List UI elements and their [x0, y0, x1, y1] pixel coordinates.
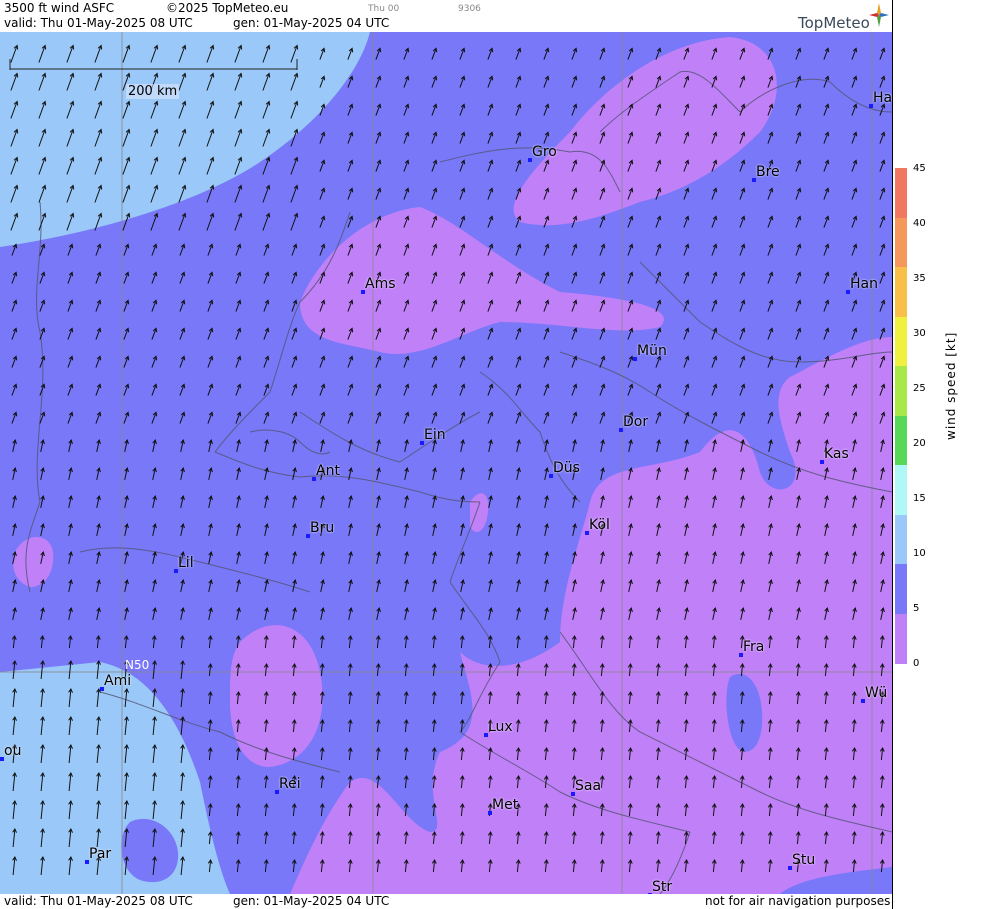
generated-time: gen: 01-May-2025 04 UTC	[233, 16, 390, 30]
city-label[interactable]: Kas	[824, 446, 849, 462]
city-label[interactable]: Fra	[743, 639, 764, 655]
footer-generated-time: gen: 01-May-2025 04 UTC	[233, 894, 390, 908]
city-label[interactable]: Ami	[104, 673, 131, 689]
city-label[interactable]: Bre	[756, 164, 780, 180]
legend-tick-label: 30	[913, 328, 926, 339]
city-label[interactable]: Bru	[310, 520, 334, 536]
city-label[interactable]: Par	[89, 846, 111, 862]
city-label[interactable]: Str	[652, 879, 672, 894]
legend-color-segment	[895, 415, 907, 466]
city-label[interactable]: Met	[492, 797, 518, 813]
legend-title: wind speed [kt]	[944, 331, 958, 440]
legend-color-segment	[895, 366, 907, 417]
city-label[interactable]: Saa	[575, 778, 601, 794]
city-label[interactable]: Stu	[792, 852, 815, 868]
grid-label-n50: N50	[125, 658, 149, 672]
map-footer: valid: Thu 01-May-2025 08 UTC gen: 01-Ma…	[0, 894, 892, 909]
compass-logo-icon	[869, 3, 889, 27]
city-label[interactable]: Lux	[488, 719, 513, 735]
legend-color-segment	[895, 217, 907, 268]
legend-color-segment	[895, 514, 907, 565]
topmeteo-logo-text[interactable]: TopMeteo	[798, 14, 870, 32]
legend-tick-label: 35	[913, 273, 926, 284]
legend-color-segment	[895, 564, 907, 615]
navigation-disclaimer: not for air navigation purposes	[705, 894, 891, 908]
legend-tick-label: 5	[913, 603, 920, 614]
city-label[interactable]: Düs	[553, 460, 580, 476]
legend-tick-label: 25	[913, 383, 926, 394]
scale-bar-label: 200 km	[126, 84, 180, 99]
legend-tick-label: 20	[913, 438, 926, 449]
legend-tick-label: 10	[913, 548, 926, 559]
wind-speed-legend: 45 40 35 30 25 20 15 10 5 0	[892, 0, 983, 909]
legend-color-segment	[895, 316, 907, 367]
city-label[interactable]: Han	[850, 276, 878, 292]
wind-map[interactable]: N50 200 km Gro Bre Ha Ams Han Mün Dor Ein Ant Düs…	[0, 32, 892, 894]
valid-time: valid: Thu 01-May-2025 08 UTC	[4, 16, 193, 30]
legend-tick-label: 0	[913, 658, 920, 669]
city-label[interactable]: Mün	[637, 343, 667, 359]
copyright-text: ©2025 TopMeteo.eu	[166, 1, 289, 15]
legend-color-segment	[895, 267, 907, 318]
legend-color-bar	[895, 168, 907, 664]
legend-color-segment	[895, 613, 907, 664]
legend-tick-label: 40	[913, 218, 926, 229]
city-label[interactable]: Ein	[424, 427, 446, 443]
legend-tick-label: 45	[913, 163, 926, 174]
small-code-label: 9306	[458, 4, 481, 14]
legend-color-segment	[895, 465, 907, 516]
city-label[interactable]: Lil	[178, 555, 194, 571]
footer-valid-time: valid: Thu 01-May-2025 08 UTC	[4, 894, 193, 908]
city-label[interactable]: Gro	[532, 144, 557, 160]
product-title: 3500 ft wind ASFC	[4, 1, 115, 15]
legend-tick-label: 15	[913, 493, 926, 504]
legend-color-segment	[895, 168, 907, 219]
city-label[interactable]: Dor	[623, 414, 648, 430]
city-label[interactable]: ou	[4, 743, 21, 759]
city-label[interactable]: Ha	[873, 90, 892, 106]
small-time-label: Thu 00	[368, 4, 400, 14]
city-label[interactable]: Ams	[365, 276, 396, 292]
city-label[interactable]: Ant	[316, 463, 340, 479]
city-label[interactable]: Wü	[865, 685, 887, 701]
city-label[interactable]: Rei	[279, 776, 301, 792]
city-label[interactable]: Köl	[589, 517, 610, 533]
map-header: 3500 ft wind ASFC ©2025 TopMeteo.eu Thu …	[0, 0, 892, 32]
